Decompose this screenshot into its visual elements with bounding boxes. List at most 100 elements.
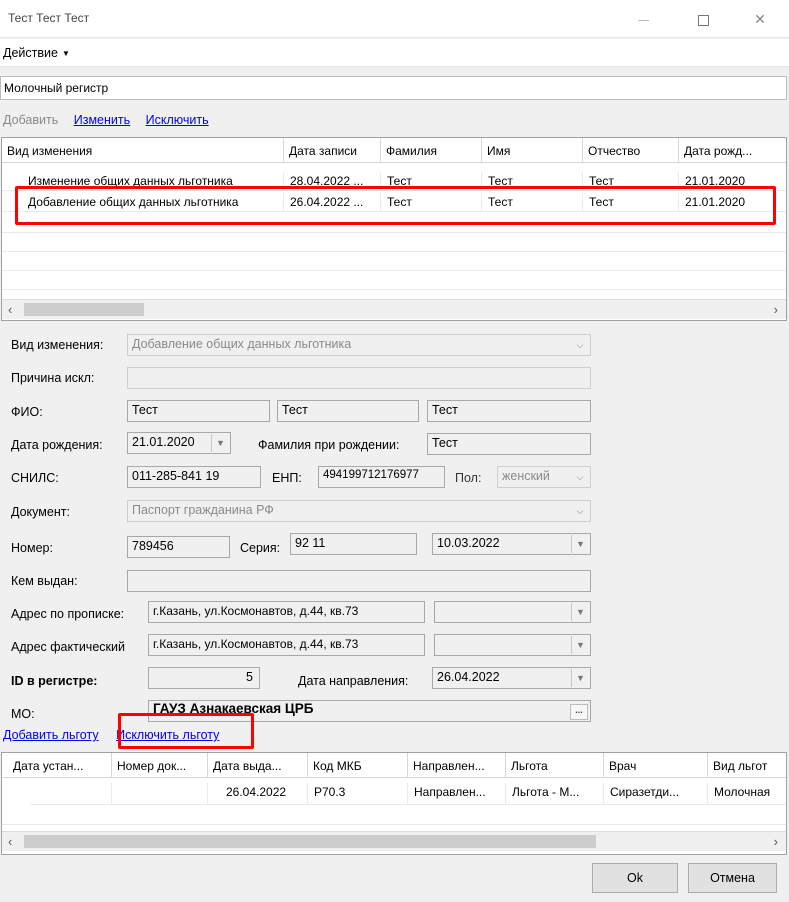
snils-field[interactable]: 011-285-841 19 <box>127 466 261 488</box>
sex-select[interactable]: женский ⌵ <box>497 466 591 488</box>
dropdown-arrow-icon[interactable]: ▼ <box>571 669 589 687</box>
column-header[interactable]: Вид льгот <box>708 753 786 778</box>
browse-button[interactable]: ... <box>570 704 588 720</box>
column-header[interactable]: Вид изменения <box>2 138 284 163</box>
exclude-benefit-link[interactable]: Исключить льготу <box>116 728 219 742</box>
table-cell[interactable]: Молочная <box>708 783 786 805</box>
register-select[interactable]: Молочный регистр ⌵ <box>0 76 787 100</box>
document-label: Документ: <box>11 505 70 519</box>
mo-value: ГАУЗ Азнакаевская ЦРБ <box>153 701 314 716</box>
table-cell[interactable]: 21.01.2020 <box>679 172 786 191</box>
column-header[interactable]: Дата устан... <box>2 753 112 778</box>
table-row[interactable] <box>30 783 112 805</box>
first-name-field[interactable]: Тест <box>277 400 419 422</box>
reg-address-field[interactable]: г.Казань, ул.Космонавтов, д.44, кв.73 <box>148 601 425 623</box>
empty-row <box>2 214 786 233</box>
sex-label: Пол: <box>455 471 482 485</box>
minimize-button[interactable] <box>620 0 666 38</box>
reason-field[interactable] <box>127 367 591 389</box>
edit-link[interactable]: Изменить <box>74 113 130 127</box>
table-cell[interactable]: Направлен... <box>408 783 506 805</box>
change-type-select[interactable]: Добавление общих данных льготника ⌵ <box>127 334 591 356</box>
column-header[interactable]: Льгота <box>506 753 604 778</box>
fact-address-field[interactable]: г.Казань, ул.Космонавтов, д.44, кв.73 <box>148 634 425 656</box>
caret-down-icon: ▼ <box>61 49 70 58</box>
birth-date-picker[interactable]: 21.01.2020 ▼ <box>127 432 231 454</box>
table-cell[interactable]: Тест <box>482 172 583 191</box>
horizontal-scrollbar[interactable]: ‹ › <box>2 299 786 319</box>
series-field[interactable]: 92 11 <box>290 533 417 555</box>
benefit-links: Добавить льготу Исключить льготу <box>3 728 233 742</box>
last-name-field[interactable]: Тест <box>127 400 270 422</box>
table-cell[interactable]: 21.01.2020 <box>679 193 786 212</box>
column-header[interactable]: Направлен... <box>408 753 506 778</box>
column-header[interactable]: Дата рожд... <box>679 138 786 163</box>
column-header[interactable]: Имя <box>482 138 583 163</box>
table-cell[interactable] <box>112 783 208 805</box>
snils-label: СНИЛС: <box>11 471 59 485</box>
birth-name-field[interactable]: Тест <box>427 433 591 455</box>
issue-date-value: 10.03.2022 <box>437 536 500 550</box>
enp-field[interactable]: 494199712176977 <box>318 466 445 488</box>
table-cell[interactable]: 26.04.2022 <box>208 783 308 805</box>
issued-by-field[interactable] <box>127 570 591 592</box>
chevron-down-icon: ⌵ <box>4 81 13 93</box>
table-cell[interactable]: Тест <box>482 193 583 212</box>
scroll-thumb[interactable] <box>24 303 144 316</box>
title-bar: Тест Тест Тест ✕ <box>0 0 789 38</box>
series-label: Серия: <box>240 541 281 555</box>
table-cell[interactable]: 28.04.2022 ... <box>284 172 381 191</box>
dropdown-arrow-icon[interactable]: ▼ <box>571 636 589 654</box>
column-header[interactable]: Отчество <box>583 138 679 163</box>
referral-date-picker[interactable]: 26.04.2022 ▼ <box>432 667 591 689</box>
patronymic-field[interactable]: Тест <box>427 400 591 422</box>
exclude-link[interactable]: Исключить <box>146 113 209 127</box>
document-select[interactable]: Паспорт гражданина РФ ⌵ <box>127 500 591 522</box>
table-cell[interactable]: Сиразетди... <box>604 783 708 805</box>
scroll-left-icon[interactable]: ‹ <box>8 302 12 317</box>
benefits-grid: Дата устан... Номер док... Дата выда... … <box>1 752 787 855</box>
close-icon: ✕ <box>754 11 766 27</box>
cancel-button[interactable]: Отмена <box>688 863 777 893</box>
column-header[interactable]: Код МКБ <box>308 753 408 778</box>
menu-bar: Действие ▼ <box>0 39 789 67</box>
horizontal-scrollbar[interactable]: ‹ › <box>2 831 786 851</box>
birth-name-label: Фамилия при рождении: <box>258 438 400 452</box>
menu-action-label: Действие <box>3 46 58 60</box>
table-cell[interactable]: Тест <box>583 193 679 212</box>
table-cell[interactable]: Льгота - М... <box>506 783 604 805</box>
change-type-label: Вид изменения: <box>11 338 104 352</box>
scroll-left-icon[interactable]: ‹ <box>8 834 12 849</box>
number-field[interactable]: 789456 <box>127 536 230 558</box>
reason-label: Причина искл: <box>11 371 95 385</box>
menu-action[interactable]: Действие ▼ <box>3 46 70 60</box>
reg-address-select[interactable]: ▼ <box>434 601 591 623</box>
column-header[interactable]: Дата записи <box>284 138 381 163</box>
column-header[interactable]: Дата выда... <box>208 753 308 778</box>
table-cell[interactable]: Тест <box>583 172 679 191</box>
column-header[interactable]: Фамилия <box>381 138 482 163</box>
table-row[interactable]: Изменение общих данных льготника <box>2 172 284 191</box>
birth-date-value: 21.01.2020 <box>132 435 195 449</box>
issue-date-picker[interactable]: 10.03.2022 ▼ <box>432 533 591 555</box>
column-header[interactable]: Номер док... <box>112 753 208 778</box>
close-button[interactable]: ✕ <box>737 0 783 38</box>
table-row[interactable]: Добавление общих данных льготника <box>2 193 284 212</box>
dropdown-arrow-icon[interactable]: ▼ <box>571 603 589 621</box>
dropdown-arrow-icon[interactable]: ▼ <box>211 434 229 452</box>
table-cell[interactable]: 26.04.2022 ... <box>284 193 381 212</box>
table-cell[interactable]: Тест <box>381 193 482 212</box>
scroll-right-icon[interactable]: › <box>774 834 778 849</box>
scroll-right-icon[interactable]: › <box>774 302 778 317</box>
table-cell[interactable]: P70.3 <box>308 783 408 805</box>
referral-date-label: Дата направления: <box>298 674 409 688</box>
maximize-button[interactable] <box>680 0 726 38</box>
table-cell[interactable]: Тест <box>381 172 482 191</box>
column-header[interactable]: Врач <box>604 753 708 778</box>
scroll-thumb[interactable] <box>24 835 596 848</box>
fio-label: ФИО: <box>11 405 43 419</box>
fact-address-select[interactable]: ▼ <box>434 634 591 656</box>
ok-button[interactable]: Ok <box>592 863 678 893</box>
add-benefit-link[interactable]: Добавить льготу <box>3 728 99 742</box>
dropdown-arrow-icon[interactable]: ▼ <box>571 535 589 553</box>
